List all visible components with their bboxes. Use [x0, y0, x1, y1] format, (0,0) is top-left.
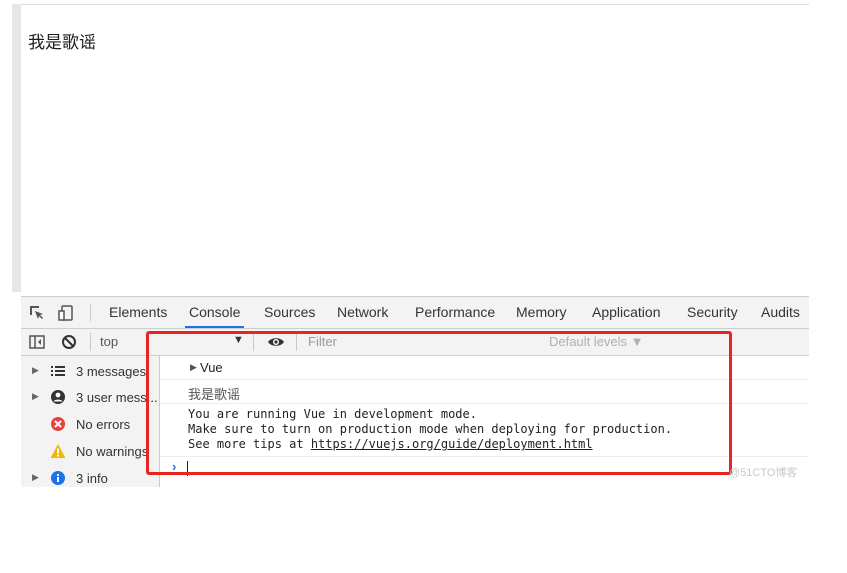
console-info-message: You are running Vue in development mode.…	[160, 404, 809, 457]
tab-memory[interactable]: Memory	[516, 297, 567, 328]
console-prompt[interactable]: ›	[160, 457, 809, 479]
info-line: See more tips at https://vuejs.org/guide…	[188, 437, 593, 451]
watermark: @51CTO博客	[729, 467, 798, 479]
info-line: Make sure to turn on production mode whe…	[188, 422, 673, 436]
sidebar-item-label: 3 messages	[76, 364, 147, 379]
tab-elements[interactable]: Elements	[109, 297, 167, 328]
console-group[interactable]: ▶ Vue	[160, 356, 809, 380]
log-levels-dropdown[interactable]: Default levels ▼	[549, 334, 644, 349]
toolbar-separator	[90, 333, 91, 351]
sidebar-item-label: No errors	[76, 417, 131, 432]
filter-input[interactable]	[304, 332, 547, 350]
info-line-text: See more tips at	[188, 437, 311, 451]
page-heading: 我是歌谣	[28, 33, 96, 53]
tab-performance[interactable]: Performance	[415, 297, 495, 328]
devtools-tabbar: Elements Console Sources Network Perform…	[21, 297, 809, 329]
console-log-message: 我是歌谣	[160, 380, 809, 404]
info-line: You are running Vue in development mode.	[188, 407, 477, 421]
tabbar-separator	[90, 304, 91, 321]
expand-icon[interactable]: ▶	[190, 362, 197, 373]
sidebar-item-label: No warnings	[76, 444, 149, 459]
log-text: 我是歌谣	[188, 388, 241, 403]
console-output: ▶ Vue 我是歌谣 You are running Vue in develo…	[160, 356, 809, 487]
tab-network[interactable]: Network	[337, 297, 388, 328]
expand-icon[interactable]: ▶	[32, 472, 39, 483]
toolbar-separator	[296, 333, 297, 351]
context-selector[interactable]: top	[100, 334, 118, 349]
sidebar-item-user-messages[interactable]: ▶ 3 user mess...	[21, 384, 159, 410]
console-sidebar: ▶ 3 messages ▶ 3 user mess... No errors …	[21, 356, 160, 487]
page-viewport: 我是歌谣	[21, 4, 809, 297]
tab-sources[interactable]: Sources	[264, 297, 315, 328]
text-caret	[187, 461, 188, 476]
toggle-sidebar-icon[interactable]	[29, 334, 45, 350]
sidebar-item-info[interactable]: ▶ 3 info	[21, 465, 159, 487]
context-dropdown-icon[interactable]: ▼	[233, 334, 244, 346]
user-icon	[50, 389, 66, 405]
sidebar-item-messages[interactable]: ▶ 3 messages	[21, 358, 159, 384]
tab-audits[interactable]: Audits	[761, 297, 800, 328]
prompt-chevron-icon: ›	[172, 459, 177, 474]
tab-security[interactable]: Security	[687, 297, 738, 328]
toolbar-separator	[253, 333, 254, 351]
tab-application[interactable]: Application	[592, 297, 661, 328]
devtools-panel: Elements Console Sources Network Perform…	[21, 296, 809, 487]
inspect-element-icon[interactable]	[29, 305, 45, 321]
device-toolbar-icon[interactable]	[58, 305, 74, 321]
error-icon	[50, 416, 66, 432]
list-icon	[50, 363, 66, 379]
left-edge-strip	[12, 4, 21, 292]
expand-icon[interactable]: ▶	[32, 391, 39, 402]
clear-console-icon[interactable]	[61, 334, 77, 350]
sidebar-item-label: 3 user mess...	[76, 390, 158, 405]
sidebar-item-label: 3 info	[76, 471, 108, 486]
sidebar-item-warnings[interactable]: No warnings	[21, 438, 159, 464]
expand-icon[interactable]: ▶	[32, 365, 39, 376]
eye-icon[interactable]	[267, 334, 284, 350]
warning-icon	[50, 443, 66, 459]
info-icon	[50, 470, 66, 486]
console-toolbar: top ▼ Default levels ▼	[21, 329, 809, 356]
group-label: Vue	[200, 360, 223, 375]
sidebar-item-errors[interactable]: No errors	[21, 411, 159, 437]
tab-console[interactable]: Console	[184, 297, 245, 328]
deployment-link[interactable]: https://vuejs.org/guide/deployment.html	[311, 437, 593, 451]
